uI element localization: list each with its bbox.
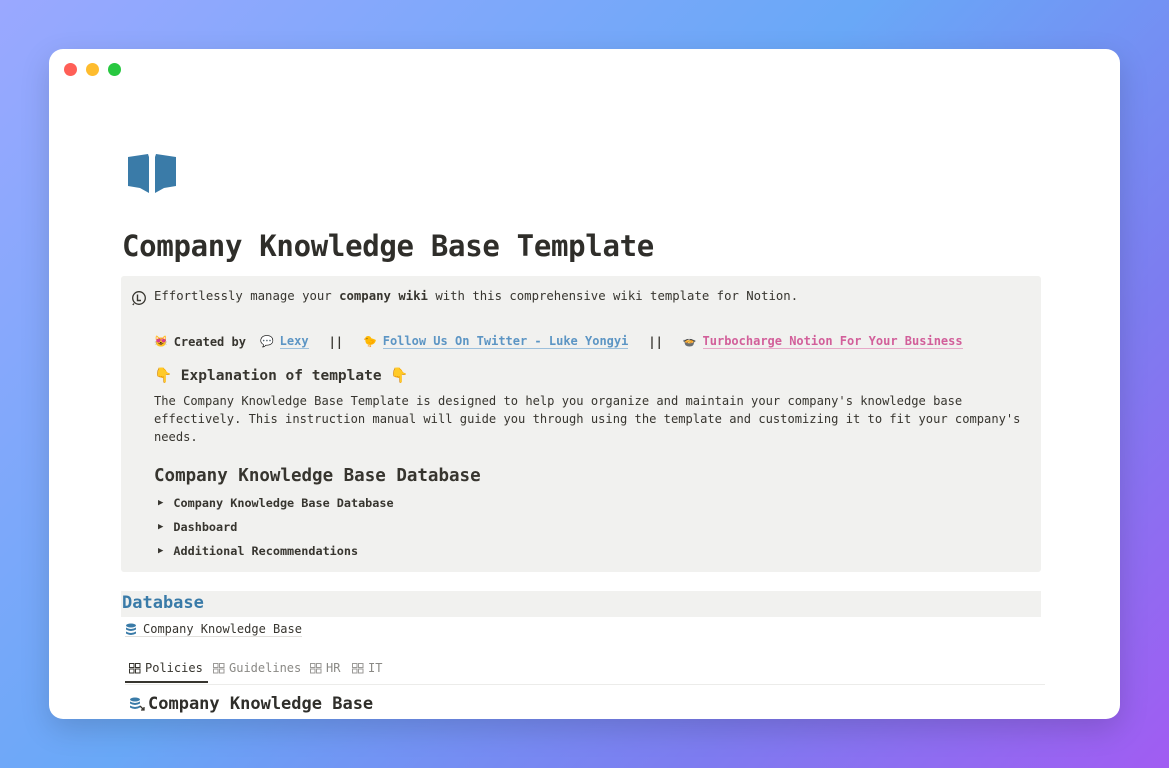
active-tab-indicator bbox=[125, 681, 208, 683]
gallery-icon bbox=[310, 662, 322, 673]
toggle-dashboard[interactable]: ▶ Dashboard bbox=[158, 520, 237, 534]
toggle-recommendations[interactable]: ▶ Additional Recommendations bbox=[158, 544, 358, 558]
toggle-database[interactable]: ▶ Company Knowledge Base Database bbox=[158, 496, 394, 510]
tab-label: Policies bbox=[145, 661, 203, 675]
intro-suffix: with this comprehensive wiki template fo… bbox=[427, 289, 799, 303]
tab-policies[interactable]: Policies bbox=[129, 661, 203, 675]
pot-emoji-icon: 🍲 bbox=[682, 335, 697, 348]
chick-emoji-icon: 🐤 bbox=[363, 335, 377, 348]
database-view-title[interactable]: Company Knowledge Base bbox=[129, 694, 373, 714]
tab-it[interactable]: IT bbox=[352, 661, 382, 675]
database-section-header: Database bbox=[121, 591, 1041, 617]
explanation-heading: 👇 Explanation of template 👇 bbox=[154, 368, 409, 384]
database-icon bbox=[126, 623, 136, 635]
maximize-window-button[interactable] bbox=[108, 63, 121, 76]
separator: || bbox=[648, 334, 663, 349]
credits-line: 😻 Created by 💬 Lexy || 🐤 Follow Us On Tw… bbox=[154, 334, 963, 349]
toggle-label: Company Knowledge Base Database bbox=[173, 496, 394, 510]
twitter-link[interactable]: Follow Us On Twitter - Luke Yongyi bbox=[382, 334, 629, 349]
gallery-icon bbox=[352, 662, 364, 673]
toggle-label: Dashboard bbox=[173, 520, 238, 534]
intro-text: Effortlessly manage your company wiki wi… bbox=[154, 289, 798, 303]
tab-label: IT bbox=[368, 661, 383, 675]
gallery-icon bbox=[213, 662, 225, 673]
intro-bold: company wiki bbox=[339, 289, 428, 303]
toggle-label: Additional Recommendations bbox=[173, 544, 359, 558]
separator: || bbox=[328, 334, 344, 349]
speech-bubble-icon: 💬 bbox=[259, 335, 274, 348]
cat-emoji-icon: 😻 bbox=[154, 335, 168, 348]
tab-hr[interactable]: HR bbox=[310, 661, 340, 675]
explanation-text: The Company Knowledge Base Template is d… bbox=[154, 394, 1021, 444]
toggle-arrow-icon[interactable]: ▶ bbox=[158, 546, 163, 556]
lexy-link[interactable]: Lexy bbox=[279, 334, 309, 349]
business-link[interactable]: Turbocharge Notion For Your Business bbox=[702, 334, 963, 349]
database-view-title-label: Company Knowledge Base bbox=[148, 694, 374, 714]
database-section-title[interactable]: Database bbox=[122, 593, 204, 613]
close-window-button[interactable] bbox=[64, 63, 77, 76]
linked-database-icon bbox=[130, 697, 145, 711]
view-tabs: Policies Guidelines HR IT bbox=[125, 659, 1045, 685]
app-window: Company Knowledge Base Template Effortle… bbox=[49, 49, 1120, 719]
toggle-arrow-icon[interactable]: ▶ bbox=[158, 522, 163, 532]
info-timer-icon bbox=[132, 291, 146, 306]
tab-label: HR bbox=[326, 661, 341, 675]
gallery-icon bbox=[129, 662, 141, 673]
intro-callout: Effortlessly manage your company wiki wi… bbox=[121, 276, 1041, 572]
minimize-window-button[interactable] bbox=[86, 63, 99, 76]
open-book-icon[interactable] bbox=[127, 153, 177, 195]
tab-label: Guidelines bbox=[229, 661, 302, 675]
database-heading: Company Knowledge Base Database bbox=[154, 466, 481, 486]
toggle-arrow-icon[interactable]: ▶ bbox=[158, 498, 163, 508]
page-title[interactable]: Company Knowledge Base Template bbox=[122, 229, 654, 263]
database-link-label: Company Knowledge Base bbox=[143, 622, 302, 636]
created-by-label: Created by bbox=[173, 334, 246, 349]
database-link[interactable]: Company Knowledge Base bbox=[125, 622, 302, 637]
tab-guidelines[interactable]: Guidelines bbox=[213, 661, 301, 675]
intro-prefix: Effortlessly manage your bbox=[154, 289, 340, 303]
